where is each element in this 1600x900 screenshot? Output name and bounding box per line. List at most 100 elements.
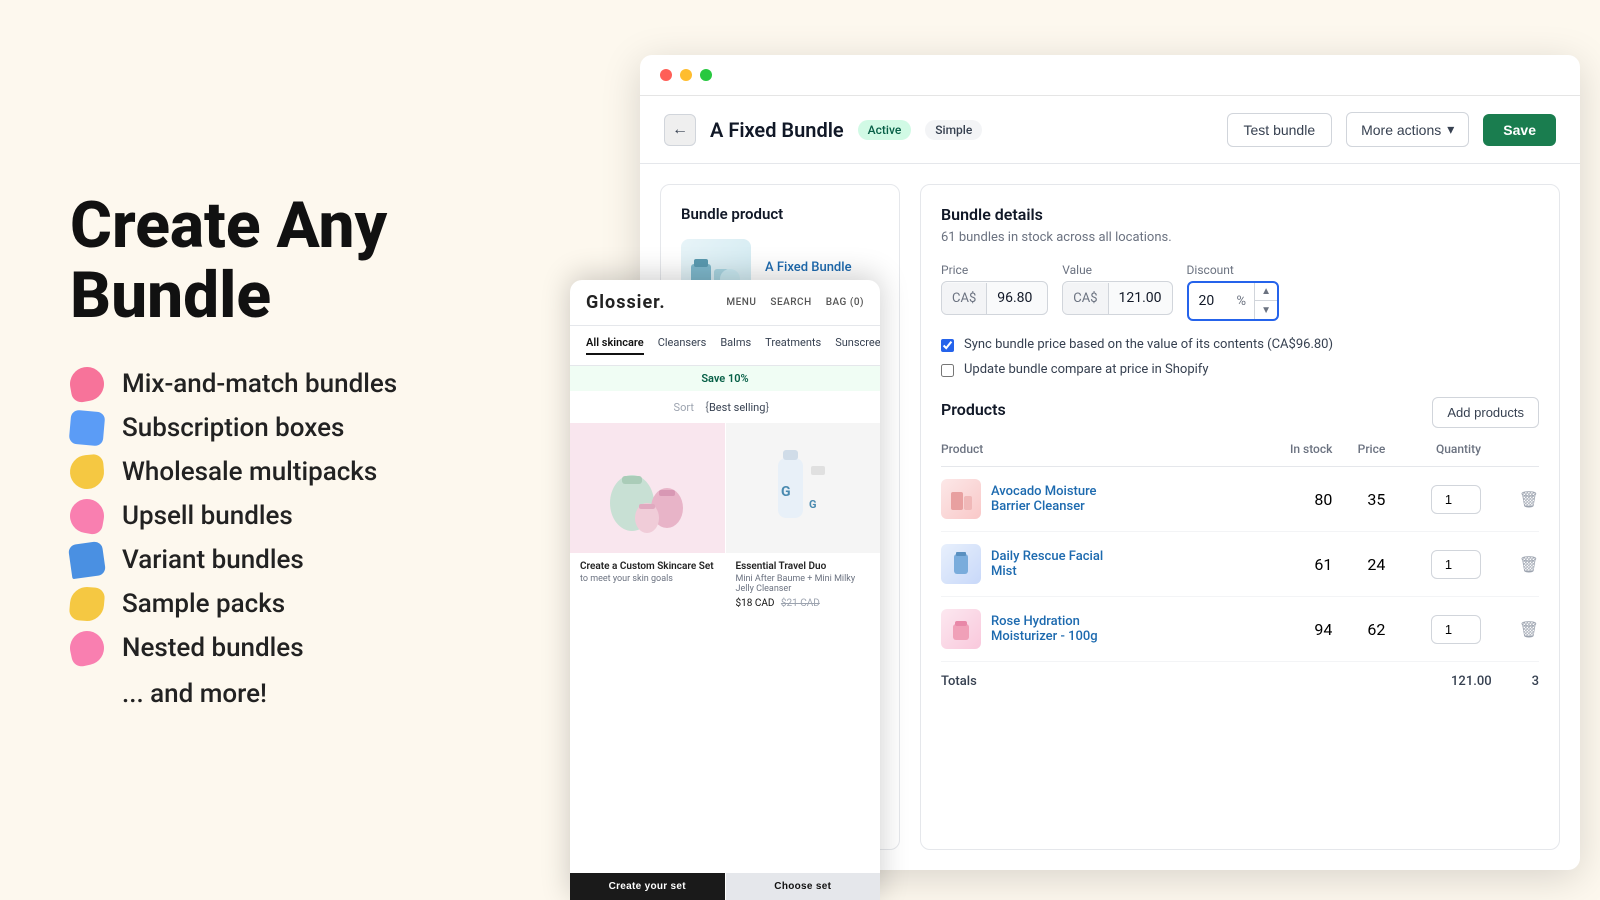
back-button[interactable]: ← bbox=[664, 114, 696, 146]
nav-search[interactable]: SEARCH bbox=[770, 297, 811, 308]
mobile-product-2-info: Essential Travel Duo Mini After Baume + … bbox=[726, 553, 881, 873]
more-actions-button[interactable]: More actions ▾ bbox=[1346, 112, 1469, 147]
discount-input-wrap[interactable]: 20 % ▲ ▼ bbox=[1187, 281, 1280, 321]
increment-button[interactable]: ▲ bbox=[1255, 283, 1277, 301]
active-badge: Active bbox=[858, 120, 912, 140]
mobile-nav: MENU SEARCH BAG (0) bbox=[726, 297, 864, 308]
nav-bag[interactable]: BAG (0) bbox=[826, 297, 864, 308]
test-bundle-button[interactable]: Test bundle bbox=[1227, 113, 1333, 147]
product-1-price: 35 bbox=[1332, 467, 1385, 532]
more-text: ... and more! bbox=[122, 679, 500, 709]
compare-checkbox[interactable] bbox=[941, 364, 954, 377]
product-row-info: Avocado MoistureBarrier Cleanser bbox=[941, 479, 1251, 519]
product-thumbnail-3 bbox=[941, 609, 981, 649]
value-value: 121.00 bbox=[1109, 282, 1172, 314]
discount-stepper[interactable]: ▲ ▼ bbox=[1254, 283, 1277, 319]
mobile-product-1-desc: to meet your skin goals bbox=[580, 574, 715, 584]
bundle-details-title: Bundle details bbox=[941, 205, 1539, 224]
cat-all-skincare[interactable]: All skincare bbox=[586, 336, 644, 355]
list-item: Wholesale multipacks bbox=[70, 455, 500, 489]
product-thumbnail-2 bbox=[941, 544, 981, 584]
col-in-stock: In stock bbox=[1251, 442, 1332, 467]
list-item: Upsell bundles bbox=[70, 499, 500, 533]
app-header: ← A Fixed Bundle Active Simple Test bund… bbox=[640, 96, 1580, 164]
minimize-dot[interactable] bbox=[680, 69, 692, 81]
discount-value[interactable]: 20 bbox=[1189, 285, 1229, 317]
dot-icon bbox=[67, 628, 107, 668]
bundle-list: Mix-and-match bundles Subscription boxes… bbox=[70, 367, 500, 665]
value-currency: CA$ bbox=[1063, 283, 1108, 314]
list-item: Mix-and-match bundles bbox=[70, 367, 500, 401]
mobile-product-1-name: Create a Custom Skincare Set bbox=[580, 561, 715, 572]
maximize-dot[interactable] bbox=[700, 69, 712, 81]
simple-badge: Simple bbox=[925, 120, 982, 140]
create-set-button[interactable]: Create your set bbox=[570, 873, 725, 900]
product-3-qty-input[interactable] bbox=[1431, 615, 1481, 644]
save-button[interactable]: Save bbox=[1483, 114, 1556, 146]
close-dot[interactable] bbox=[660, 69, 672, 81]
products-section: Products Add products Product In stock P… bbox=[941, 397, 1539, 689]
chevron-down-icon: ▾ bbox=[1447, 121, 1454, 138]
price-label: Price bbox=[941, 263, 1048, 277]
decrement-button[interactable]: ▼ bbox=[1255, 301, 1277, 319]
product-2-link[interactable]: Daily Rescue FacialMist bbox=[991, 549, 1103, 579]
add-products-button[interactable]: Add products bbox=[1432, 397, 1539, 428]
sync-checkbox-row: Sync bundle price based on the value of … bbox=[941, 337, 1539, 352]
product-1-delete-button[interactable]: 🗑 bbox=[1519, 490, 1539, 509]
product-3-delete-button[interactable]: 🗑 bbox=[1519, 620, 1539, 639]
value-field: Value CA$ 121.00 bbox=[1062, 263, 1172, 321]
left-panel: Create Any Bundle Mix-and-match bundles … bbox=[0, 131, 560, 770]
cat-sunscreen[interactable]: Sunscreen bbox=[835, 336, 880, 355]
totals-label: Totals bbox=[941, 674, 977, 689]
price-currency: CA$ bbox=[942, 283, 987, 314]
mobile-product-1-info: Create a Custom Skincare Set to meet you… bbox=[570, 553, 725, 873]
stock-info: 61 bundles in stock across all locations… bbox=[941, 230, 1539, 245]
list-item: Variant bundles bbox=[70, 543, 500, 577]
price-input-wrap[interactable]: CA$ 96.80 bbox=[941, 281, 1048, 315]
col-product: Product bbox=[941, 442, 1251, 467]
cat-balms[interactable]: Balms bbox=[720, 336, 751, 355]
product-2-delete-button[interactable]: 🗑 bbox=[1519, 555, 1539, 574]
cat-cleansers[interactable]: Cleansers bbox=[658, 336, 707, 355]
dot-icon bbox=[69, 454, 106, 491]
sort-label: Sort bbox=[674, 401, 694, 414]
totals-qty: 3 bbox=[1532, 674, 1539, 689]
product-row-info: Rose HydrationMoisturizer - 100g bbox=[941, 609, 1251, 649]
product-2-stock: 61 bbox=[1251, 532, 1332, 597]
compare-checkbox-row: Update bundle compare at price in Shopif… bbox=[941, 362, 1539, 377]
dot-icon bbox=[68, 541, 106, 579]
product-3-link[interactable]: Rose HydrationMoisturizer - 100g bbox=[991, 614, 1098, 644]
product-1-link[interactable]: Avocado MoistureBarrier Cleanser bbox=[991, 484, 1097, 514]
product-link[interactable]: A Fixed Bundle bbox=[765, 260, 852, 275]
sort-bar: Sort ｛Best selling｝ bbox=[570, 391, 880, 423]
product-2-original-price: $21 CAD bbox=[781, 598, 820, 609]
totals-row: Totals 121.00 3 bbox=[941, 662, 1539, 689]
totals-price: 121.00 bbox=[1451, 674, 1492, 689]
dot-icon bbox=[67, 497, 106, 536]
product-1-stock: 80 bbox=[1251, 467, 1332, 532]
dot-icon bbox=[67, 365, 106, 404]
product-row-info: Daily Rescue FacialMist bbox=[941, 544, 1251, 584]
value-input-wrap: CA$ 121.00 bbox=[1062, 281, 1172, 315]
sync-checkbox[interactable] bbox=[941, 339, 954, 352]
mobile-products-grid: Create a Custom Skincare Set to meet you… bbox=[570, 423, 880, 900]
product-3-stock: 94 bbox=[1251, 597, 1332, 662]
product-2-qty-input[interactable] bbox=[1431, 550, 1481, 579]
bundle-product-title: Bundle product bbox=[681, 205, 879, 223]
col-quantity: Quantity bbox=[1385, 442, 1481, 467]
save-banner: Save 10% bbox=[570, 366, 880, 391]
products-header: Products Add products bbox=[941, 397, 1539, 428]
dot-icon bbox=[69, 410, 106, 447]
sort-value[interactable]: ｛Best selling｝ bbox=[698, 399, 776, 415]
mobile-product-card-1: Create a Custom Skincare Set to meet you… bbox=[570, 423, 725, 900]
dot-icon bbox=[69, 586, 106, 623]
product-1-qty-input[interactable] bbox=[1431, 485, 1481, 514]
sync-label: Sync bundle price based on the value of … bbox=[964, 337, 1333, 352]
cat-treatments[interactable]: Treatments bbox=[765, 336, 821, 355]
hero-title: Create Any Bundle bbox=[70, 191, 500, 332]
price-field: Price CA$ 96.80 bbox=[941, 263, 1048, 321]
bundle-title: A Fixed Bundle bbox=[710, 118, 844, 142]
choose-set-button[interactable]: Choose set bbox=[726, 873, 881, 900]
nav-menu[interactable]: MENU bbox=[726, 297, 756, 308]
percent-suffix: % bbox=[1229, 286, 1255, 317]
